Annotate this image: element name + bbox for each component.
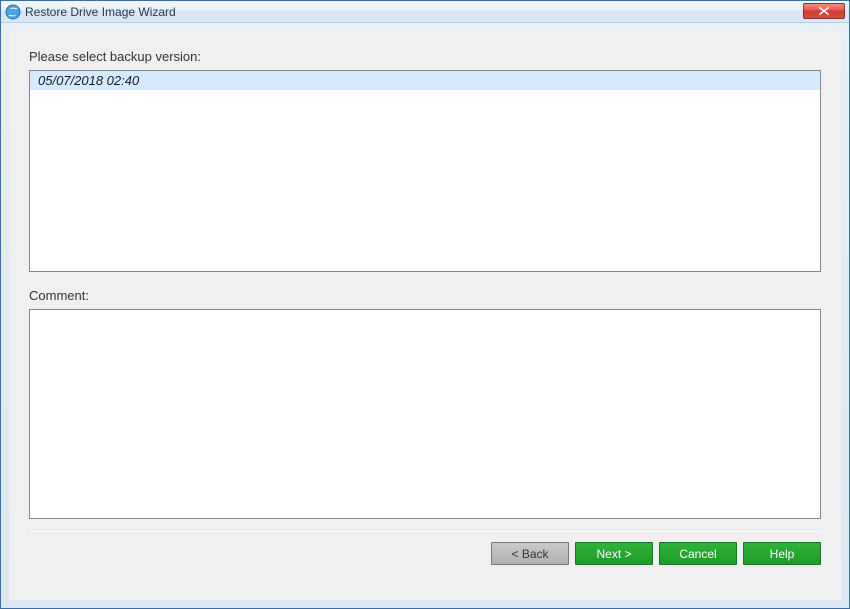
window-title: Restore Drive Image Wizard	[25, 5, 176, 19]
close-button[interactable]	[803, 3, 845, 19]
comment-label: Comment:	[29, 288, 821, 303]
titlebar[interactable]: Restore Drive Image Wizard	[1, 1, 849, 23]
list-item[interactable]: 05/07/2018 02:40	[30, 71, 820, 90]
separator	[29, 531, 821, 532]
backup-version-list[interactable]: 05/07/2018 02:40	[29, 70, 821, 272]
comment-textarea[interactable]	[29, 309, 821, 519]
wizard-window: Restore Drive Image Wizard Please select…	[0, 0, 850, 609]
next-button[interactable]: Next >	[575, 542, 653, 565]
wizard-content: Please select backup version: 05/07/2018…	[9, 31, 841, 600]
help-button[interactable]: Help	[743, 542, 821, 565]
cancel-button[interactable]: Cancel	[659, 542, 737, 565]
back-button[interactable]: < Back	[491, 542, 569, 565]
app-icon	[5, 4, 21, 20]
select-version-label: Please select backup version:	[29, 49, 821, 64]
button-row: < Back Next > Cancel Help	[29, 542, 821, 565]
